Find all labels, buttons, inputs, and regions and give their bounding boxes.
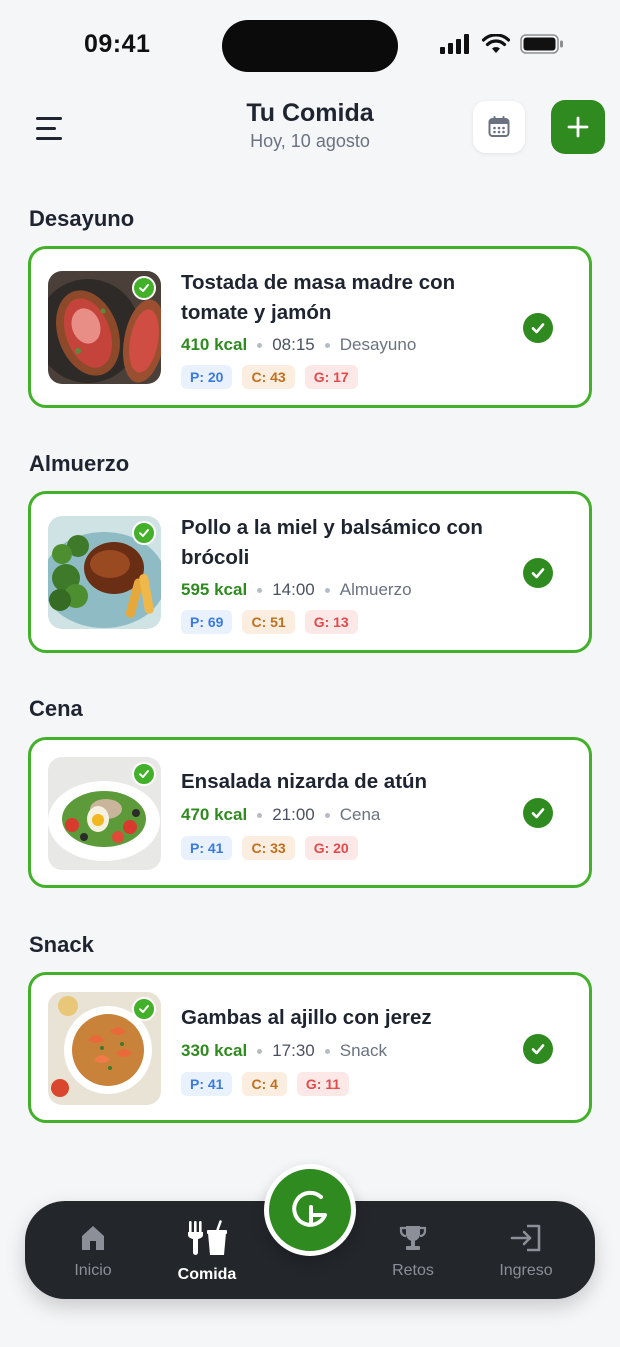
nav-label: Ingreso <box>499 1262 553 1279</box>
check-icon[interactable] <box>523 1034 553 1064</box>
meal-photo <box>48 992 161 1105</box>
separator-dot <box>257 1048 263 1054</box>
meal-kcal: 410 kcal <box>181 335 248 354</box>
nav-item-inicio[interactable]: Inicio <box>43 1223 143 1280</box>
food-icon <box>188 1220 227 1255</box>
meal-card-snack[interactable]: Gambas al ajillo con jerez 330 kcal 17:3… <box>28 972 592 1123</box>
macros-row: P: 69 C: 51 G: 13 <box>181 610 358 634</box>
nav-label: Inicio <box>74 1262 112 1279</box>
meal-card-desayuno[interactable]: Tostada de masa madre con tomate y jamón… <box>28 246 592 408</box>
battery-icon <box>520 34 563 54</box>
calendar-icon <box>488 116 510 137</box>
meal-meta: 595 kcal 14:00 Almuerzo <box>181 580 412 600</box>
nav-item-retos[interactable]: Retos <box>363 1223 463 1280</box>
macros-row: P: 20 C: 43 G: 17 <box>181 365 358 389</box>
add-meal-button[interactable] <box>551 100 605 154</box>
macro-carbs-badge: C: 43 <box>242 365 295 389</box>
meal-kcal: 470 kcal <box>181 805 248 824</box>
section-title-almuerzo: Almuerzo <box>29 451 130 476</box>
meal-name: Pollo a la miel y balsámico con brócoli <box>181 516 483 569</box>
logged-badge-icon <box>132 276 156 300</box>
meal-card-almuerzo[interactable]: Pollo a la miel y balsámico con brócoli … <box>28 491 592 653</box>
trophy-icon <box>399 1226 427 1250</box>
meal-name: Gambas al ajillo con jerez <box>181 1006 432 1029</box>
meal-kcal: 330 kcal <box>181 1041 248 1060</box>
meal-type: Desayuno <box>339 335 417 354</box>
macros-row: P: 41 C: 33 G: 20 <box>181 836 358 860</box>
macro-protein-badge: P: 20 <box>181 365 233 389</box>
page-title: Tu Comida <box>246 99 374 127</box>
meal-meta: 470 kcal 21:00 Cena <box>181 805 380 825</box>
nav-label: Comida <box>177 1266 237 1283</box>
meal-photo <box>48 516 161 629</box>
status-icons <box>440 34 564 54</box>
meal-time: 21:00 <box>272 805 315 824</box>
macro-fat-badge: G: 17 <box>304 365 358 389</box>
meal-photo <box>48 271 161 384</box>
separator-dot <box>324 812 330 818</box>
macro-fat-badge: G: 11 <box>296 1072 350 1096</box>
macro-carbs-badge: C: 4 <box>242 1072 287 1096</box>
separator-dot <box>257 342 263 348</box>
logged-badge-icon <box>132 997 156 1021</box>
meal-card-cena[interactable]: Ensalada nizarda de atún 470 kcal 21:00 … <box>28 737 592 888</box>
meal-photo <box>48 757 161 870</box>
macro-protein-badge: P: 41 <box>181 836 233 860</box>
plus-icon <box>567 116 589 138</box>
header-title-block: Tu Comida Hoy, 10 agosto <box>0 99 620 152</box>
check-icon[interactable] <box>523 558 553 588</box>
meal-time: 17:30 <box>272 1041 315 1060</box>
check-icon[interactable] <box>523 798 553 828</box>
page-subtitle: Hoy, 10 agosto <box>250 131 370 151</box>
app-logo-icon <box>292 1190 327 1227</box>
separator-dot <box>257 812 263 818</box>
home-icon <box>82 1226 104 1250</box>
section-title-cena: Cena <box>29 696 83 721</box>
signal-icon <box>440 34 469 54</box>
macro-fat-badge: G: 20 <box>304 836 358 860</box>
status-bar: 09:41 <box>0 0 620 90</box>
logged-badge-icon <box>132 762 156 786</box>
nav-label: Retos <box>392 1262 434 1279</box>
meal-meta: 330 kcal 17:30 Snack <box>181 1041 387 1061</box>
status-time: 09:41 <box>84 30 151 58</box>
meal-name: Ensalada nizarda de atún <box>181 770 428 793</box>
section-title-snack: Snack <box>29 932 94 957</box>
center-action-button[interactable] <box>264 1164 356 1256</box>
logged-badge-icon <box>132 521 156 545</box>
section-title-desayuno: Desayuno <box>29 206 135 231</box>
meal-type: Cena <box>339 805 381 824</box>
meal-time: 08:15 <box>272 335 315 354</box>
meal-time: 14:00 <box>272 580 315 599</box>
meal-name: Tostada de masa madre con tomate y jamón <box>181 271 456 324</box>
separator-dot <box>324 1048 330 1054</box>
check-icon[interactable] <box>523 313 553 343</box>
separator-dot <box>324 587 330 593</box>
macro-protein-badge: P: 69 <box>181 610 233 634</box>
macro-carbs-badge: C: 33 <box>242 836 295 860</box>
meal-type: Almuerzo <box>339 580 412 599</box>
meal-meta: 410 kcal 08:15 Desayuno <box>181 335 416 355</box>
nav-item-comida[interactable]: Comida <box>157 1219 257 1284</box>
macro-protein-badge: P: 41 <box>181 1072 233 1096</box>
meal-type: Snack <box>339 1041 387 1060</box>
dynamic-island <box>222 20 398 72</box>
separator-dot <box>257 587 263 593</box>
meal-kcal: 595 kcal <box>181 580 248 599</box>
separator-dot <box>324 342 330 348</box>
header: Tu Comida Hoy, 10 agosto <box>0 95 620 165</box>
calendar-button[interactable] <box>473 101 525 153</box>
nav-item-ingreso[interactable]: Ingreso <box>476 1223 576 1280</box>
wifi-icon <box>482 34 510 53</box>
macro-fat-badge: G: 13 <box>304 610 358 634</box>
macros-row: P: 41 C: 4 G: 11 <box>181 1072 350 1096</box>
login-icon <box>510 1224 541 1252</box>
macro-carbs-badge: C: 51 <box>242 610 295 634</box>
